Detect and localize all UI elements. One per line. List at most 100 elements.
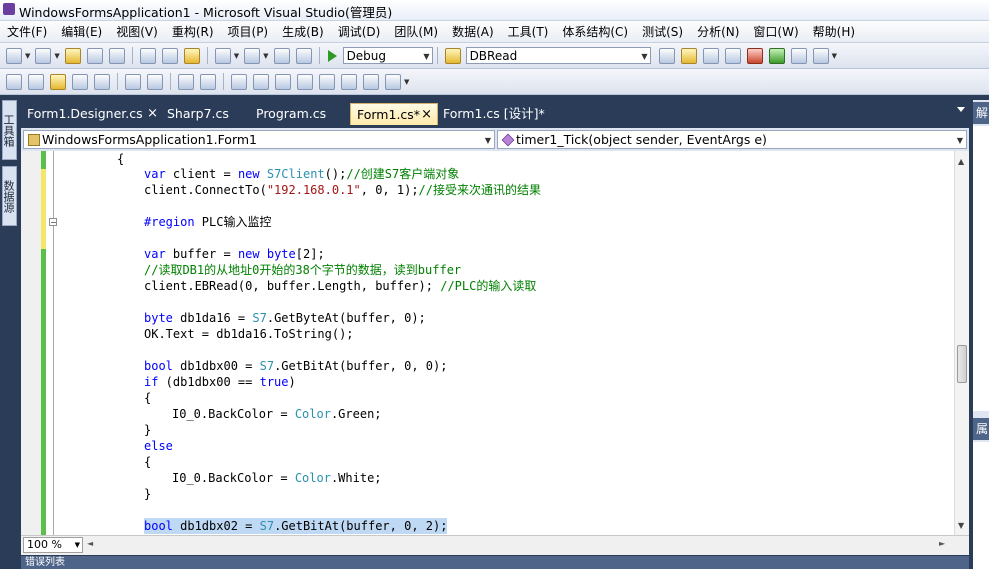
- scrollbar-thumb[interactable]: [957, 345, 967, 383]
- tab-form1-cs-design[interactable]: Form1.cs [设计]*: [437, 103, 567, 125]
- parameter-info-icon[interactable]: [28, 73, 44, 90]
- scroll-right-icon[interactable]: ►: [939, 539, 945, 548]
- solution-explorer-icon[interactable]: [680, 47, 697, 64]
- next-bookmark-in-folder-icon[interactable]: [319, 73, 335, 90]
- tab-form1-designer-cs[interactable]: Form1.Designer.cs ×: [21, 103, 163, 125]
- collapse-region-icon[interactable]: −: [49, 218, 57, 227]
- code-token: OK.Text = db1da16.ToString();: [144, 327, 354, 341]
- indent-icon[interactable]: [94, 73, 110, 90]
- tab-form1-cs[interactable]: Form1.cs* ×: [350, 103, 438, 125]
- menu-file[interactable]: 文件(F): [0, 23, 54, 40]
- solution-config-value: Debug: [346, 49, 387, 63]
- menu-analyze[interactable]: 分析(N): [690, 23, 746, 40]
- next-bookmark-icon[interactable]: [275, 73, 291, 90]
- menu-debug[interactable]: 调试(D): [331, 23, 388, 40]
- solution-config-select[interactable]: Debug ▼: [342, 47, 433, 64]
- open-file-icon[interactable]: [64, 47, 81, 64]
- find-combo[interactable]: DBRead ▼: [465, 47, 651, 64]
- decrease-indent-icon[interactable]: [125, 73, 141, 90]
- redo-icon[interactable]: [244, 47, 261, 64]
- tab-sharp7-cs[interactable]: Sharp7.cs: [161, 103, 249, 125]
- menu-view[interactable]: 视图(V): [109, 23, 165, 40]
- code-editor[interactable]: − { var client = new S7Client();//创建S7客户…: [21, 151, 969, 535]
- toolbar-separator: [117, 73, 118, 90]
- find-combo-value: DBRead: [469, 49, 518, 63]
- previous-bookmark-in-folder-icon[interactable]: [297, 73, 313, 90]
- chevron-down-icon[interactable]: ▼: [263, 52, 268, 60]
- menu-edit[interactable]: 编辑(E): [54, 23, 109, 40]
- close-icon[interactable]: ×: [421, 104, 432, 126]
- comment-out-icon[interactable]: [178, 73, 194, 90]
- tab-program-cs[interactable]: Program.cs: [250, 103, 348, 125]
- toolbox-icon[interactable]: [746, 47, 763, 64]
- properties-header[interactable]: 属: [973, 418, 989, 440]
- properties-icon[interactable]: [702, 47, 719, 64]
- undo-icon[interactable]: [214, 47, 231, 64]
- uncomment-icon[interactable]: [200, 73, 216, 90]
- properties-body[interactable]: [973, 442, 989, 569]
- next-bookmark-in-file-icon[interactable]: [363, 73, 379, 90]
- toolbox-tab[interactable]: 工具箱: [2, 100, 17, 160]
- code-line: else: [144, 438, 173, 454]
- complete-word-icon[interactable]: [72, 73, 88, 90]
- menu-team[interactable]: 团队(M): [387, 23, 445, 40]
- close-icon[interactable]: ×: [147, 103, 158, 125]
- solution-explorer-body[interactable]: [973, 126, 989, 411]
- type-dropdown[interactable]: WindowsFormsApplication1.Form1 ▼: [23, 130, 495, 149]
- menu-project[interactable]: 项目(P): [221, 23, 276, 40]
- code-token: ();: [324, 167, 347, 181]
- copy-icon[interactable]: [161, 47, 178, 64]
- command-window-icon[interactable]: [812, 47, 829, 64]
- previous-bookmark-icon[interactable]: [253, 73, 269, 90]
- menu-help[interactable]: 帮助(H): [806, 23, 862, 40]
- menu-window[interactable]: 窗口(W): [746, 23, 805, 40]
- quick-info-icon[interactable]: [50, 73, 66, 90]
- find-icon[interactable]: [658, 47, 675, 64]
- cut-icon[interactable]: [139, 47, 156, 64]
- new-project-icon[interactable]: [6, 47, 22, 64]
- menu-tools[interactable]: 工具(T): [501, 23, 556, 40]
- start-page-icon[interactable]: [768, 47, 785, 64]
- code-token: Color: [294, 471, 331, 485]
- member-dropdown[interactable]: timer1_Tick(object sender, EventArgs e) …: [497, 130, 967, 149]
- clear-bookmarks-icon[interactable]: [385, 73, 401, 90]
- menu-data[interactable]: 数据(A): [445, 23, 501, 40]
- code-token: .GetBitAt(buffer, 0, 0);: [274, 359, 448, 373]
- save-all-icon[interactable]: [108, 47, 125, 64]
- start-debugging-icon[interactable]: [327, 49, 337, 62]
- menu-refactor[interactable]: 重构(R): [165, 23, 221, 40]
- navigate-forward-icon[interactable]: [295, 47, 312, 64]
- solution-explorer-header[interactable]: 解: [973, 102, 989, 124]
- toggle-bookmark-icon[interactable]: [231, 73, 247, 90]
- chevron-down-icon[interactable]: ▼: [54, 52, 59, 60]
- zoom-select[interactable]: 100 % ▼: [23, 537, 83, 553]
- menu-build[interactable]: 生成(B): [275, 23, 331, 40]
- display-object-member-list-icon[interactable]: [6, 73, 22, 90]
- code-token: bool: [144, 359, 173, 373]
- extension-manager-icon[interactable]: [790, 47, 807, 64]
- paste-icon[interactable]: [183, 47, 200, 64]
- scroll-down-icon[interactable]: ▼: [958, 521, 964, 530]
- tab-list-dropdown-icon[interactable]: [957, 107, 965, 112]
- increase-indent-icon[interactable]: [147, 73, 163, 90]
- chevron-down-icon[interactable]: ▼: [234, 52, 239, 60]
- object-browser-icon[interactable]: [724, 47, 741, 64]
- chevron-down-icon[interactable]: ▼: [832, 52, 837, 60]
- find-in-files-icon[interactable]: [444, 47, 461, 64]
- scroll-up-icon[interactable]: ▲: [958, 157, 964, 166]
- menu-test[interactable]: 测试(S): [635, 23, 690, 40]
- add-item-icon[interactable]: [35, 47, 52, 64]
- scroll-left-icon[interactable]: ◄: [87, 539, 93, 548]
- menu-architecture[interactable]: 体系结构(C): [555, 23, 635, 40]
- tab-label: Form1.cs [设计]*: [443, 106, 545, 121]
- error-list-header[interactable]: 错误列表: [21, 556, 969, 569]
- chevron-down-icon[interactable]: ▼: [25, 52, 30, 60]
- navigate-back-icon[interactable]: [273, 47, 290, 64]
- previous-bookmark-in-file-icon[interactable]: [341, 73, 357, 90]
- code-line: byte db1da16 = S7.GetByteAt(buffer, 0);: [144, 310, 426, 326]
- save-icon[interactable]: [86, 47, 103, 64]
- vertical-scrollbar[interactable]: ▲ ▼: [954, 151, 969, 535]
- chevron-down-icon[interactable]: ▼: [404, 78, 409, 86]
- code-token: new: [237, 247, 260, 261]
- data-sources-tab[interactable]: 数据源: [2, 166, 17, 226]
